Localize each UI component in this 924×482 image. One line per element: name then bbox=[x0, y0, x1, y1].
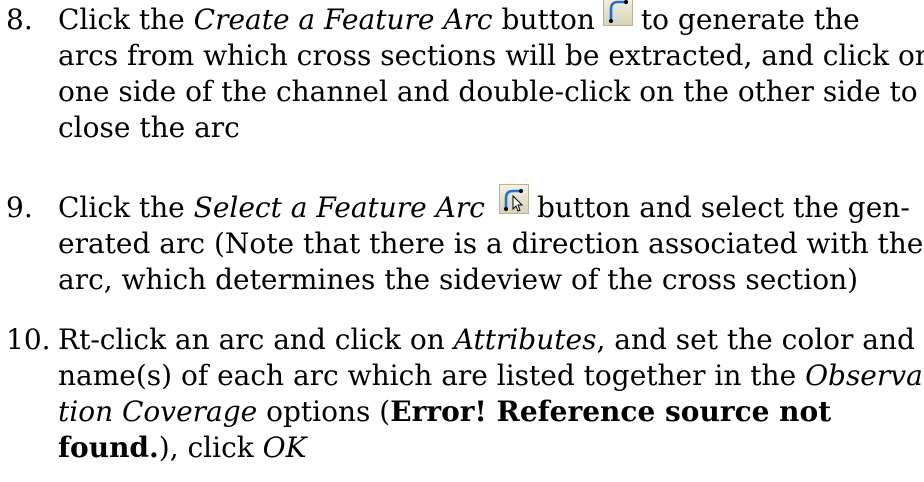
step-line: tion Coverage options (Error! Reference … bbox=[58, 394, 831, 430]
ui-term: Select a Feature Arc bbox=[193, 191, 485, 224]
step-line: close the arc bbox=[58, 111, 240, 144]
step-text: to generate the bbox=[640, 3, 860, 36]
step-line: arcs from which cross sections will be e… bbox=[58, 39, 924, 72]
ui-term: Attributes bbox=[453, 323, 597, 356]
reference-error: Error! Reference source not bbox=[390, 395, 832, 428]
step-line: one side of the channel and double-click… bbox=[58, 75, 918, 108]
step-line: Rt-click an arc and click on Attributes,… bbox=[58, 322, 915, 358]
ui-term: Create a Feature Arc bbox=[193, 3, 493, 36]
ui-term: Observa- bbox=[805, 359, 924, 392]
step-text: name(s) of each arc which are listed tog… bbox=[58, 359, 806, 392]
step-number: 8. bbox=[6, 3, 33, 36]
step-text: Click the bbox=[58, 191, 194, 224]
reference-error: found. bbox=[58, 431, 159, 464]
step-text: button bbox=[492, 3, 595, 36]
ui-term: OK bbox=[262, 431, 307, 464]
step-text: Rt-click an arc and click on bbox=[58, 323, 454, 356]
step-text: options ( bbox=[257, 395, 391, 428]
create-feature-arc-icon bbox=[602, 0, 633, 26]
document-page: 8. Click the Create a Feature Arc button… bbox=[0, 0, 924, 482]
step-number: 10. bbox=[6, 323, 51, 356]
step-line: Click the Create a Feature Arc button to … bbox=[58, 0, 860, 38]
ui-term: tion Coverage bbox=[58, 395, 258, 428]
step-line: name(s) of each arc which are listed tog… bbox=[58, 358, 924, 394]
step-text: Click the bbox=[58, 3, 194, 36]
step-line: arc, which determines the sideview of th… bbox=[58, 263, 859, 296]
select-feature-arc-icon bbox=[498, 184, 529, 214]
step-number: 9. bbox=[6, 191, 33, 224]
step-text: ), click bbox=[158, 431, 263, 464]
step-line: Click the Select a Feature Arc button and… bbox=[58, 184, 910, 226]
step-text: , and set the color and bbox=[596, 323, 915, 356]
step-text: button and select the gen- bbox=[536, 191, 910, 224]
step-line: erated arc (Note that there is a directi… bbox=[58, 227, 924, 260]
step-line: found.), click OK bbox=[58, 430, 307, 466]
